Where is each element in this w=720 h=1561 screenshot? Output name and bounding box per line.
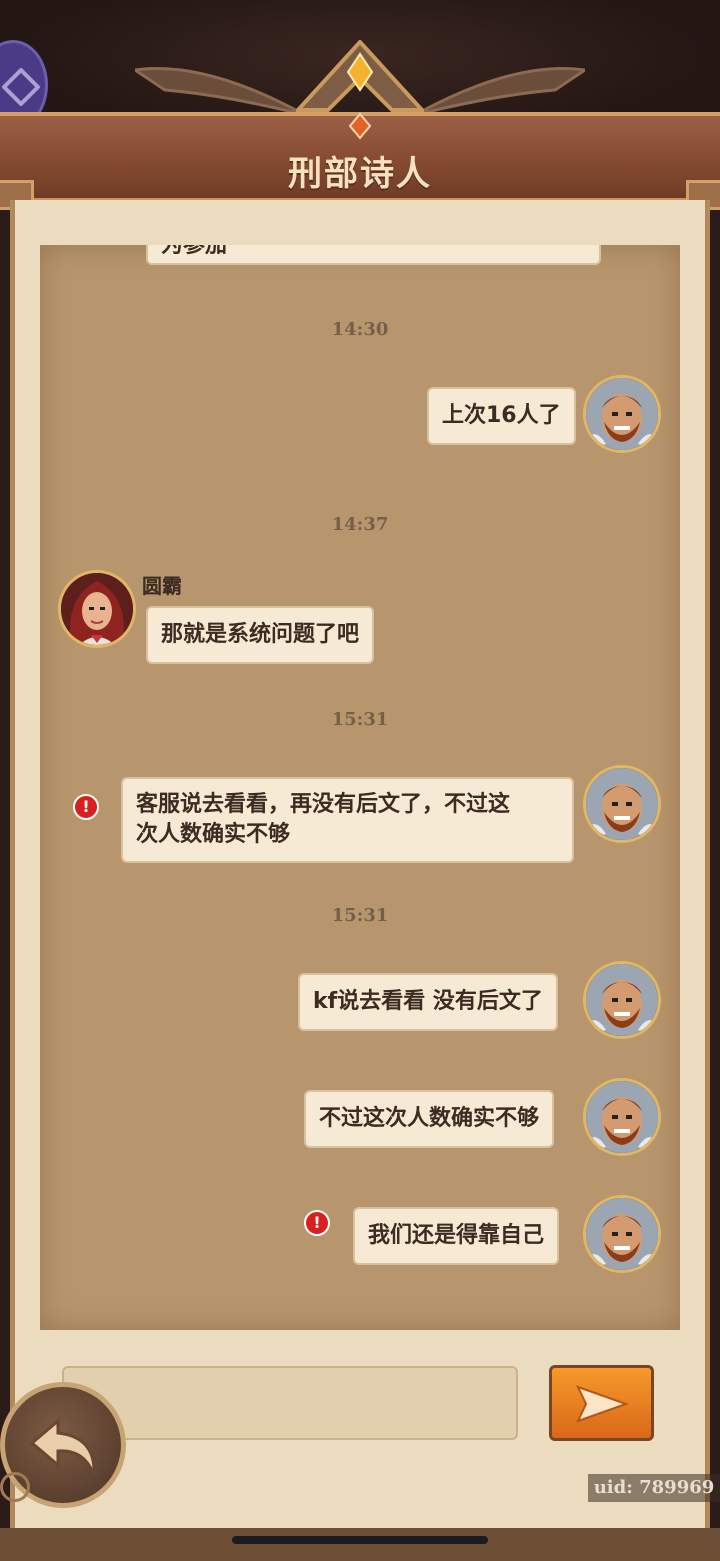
chat-message-list[interactable]: 为参加 14:30 上次16人了 14:37 圆霸 那就是系统问题了吧 15:3… — [40, 245, 680, 1330]
send-arrow-icon — [576, 1385, 628, 1423]
message-bubble[interactable]: 那就是系统问题了吧 — [146, 606, 375, 664]
heroine-avatar-icon[interactable] — [58, 570, 136, 648]
message-text: 我们还是得靠自己 — [368, 1223, 545, 1248]
gem-icon — [296, 40, 424, 140]
message-bubble[interactable]: kf说去看看 没有后文了 — [298, 973, 558, 1031]
send-failed-alert-icon[interactable]: ! — [73, 794, 99, 820]
hero-avatar-icon[interactable] — [583, 1195, 661, 1273]
hero-avatar-icon[interactable] — [583, 375, 661, 453]
page-title: 刑部诗人 — [288, 154, 432, 194]
partial-message-text: 为参加 — [161, 245, 228, 258]
message-text: 不过这次人数确实不够 — [319, 1106, 540, 1131]
message-bubble[interactable]: 客服说去看看，再没有后文了，不过这 次人数确实不够 — [121, 777, 574, 863]
uid-label: uid: 789969 — [588, 1474, 720, 1502]
message-text: kf说去看看 没有后文了 — [313, 989, 543, 1014]
back-arrow-icon — [30, 1417, 96, 1476]
hero-avatar-icon[interactable] — [583, 765, 661, 843]
message-text-line-2: 次人数确实不够 — [136, 822, 291, 847]
home-indicator[interactable] — [232, 1536, 488, 1544]
timestamp: 14:37 — [331, 514, 389, 535]
timestamp: 14:30 — [331, 319, 389, 340]
message-bubble[interactable]: 我们还是得靠自己 — [353, 1207, 560, 1265]
sender-name: 圆霸 — [142, 574, 182, 598]
bottom-frame — [0, 1528, 720, 1561]
hero-avatar-icon[interactable] — [583, 1078, 661, 1156]
timestamp: 15:31 — [331, 709, 389, 730]
timestamp: 15:31 — [331, 905, 389, 926]
message-text-line-1: 客服说去看看，再没有后文了，不过这 — [136, 792, 511, 817]
hero-avatar-icon[interactable] — [583, 961, 661, 1039]
ship-wheel-icon — [0, 1472, 30, 1502]
message-bubble[interactable]: 上次16人了 — [427, 387, 576, 445]
message-input[interactable] — [62, 1366, 518, 1440]
send-failed-alert-icon[interactable]: ! — [304, 1210, 330, 1236]
ornament-wing-left — [135, 66, 305, 117]
message-text: 那就是系统问题了吧 — [161, 622, 360, 647]
ornament-wing-right — [415, 66, 585, 117]
partial-message-bubble: 为参加 — [146, 245, 601, 265]
message-text: 上次16人了 — [442, 403, 561, 428]
send-button[interactable] — [549, 1365, 654, 1441]
message-bubble[interactable]: 不过这次人数确实不够 — [304, 1090, 555, 1148]
